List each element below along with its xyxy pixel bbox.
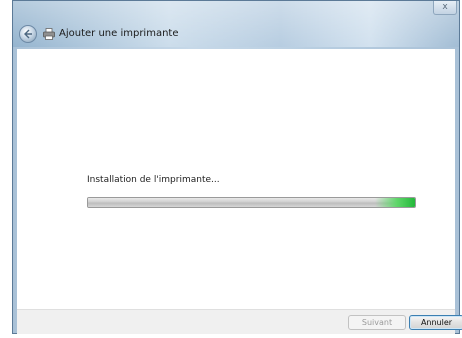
cancel-button[interactable]: Annuler — [409, 315, 462, 330]
install-progress-bar — [87, 197, 416, 208]
add-printer-dialog: Ajouter une imprimante x Installation de… — [12, 0, 462, 334]
dialog-content: Installation de l'imprimante... — [17, 49, 455, 309]
back-arrow-icon — [24, 29, 32, 39]
dialog-title: Ajouter une imprimante — [59, 28, 179, 39]
dialog-footer: Suivant Annuler — [17, 309, 462, 334]
next-button[interactable]: Suivant — [348, 315, 406, 330]
close-icon: x — [442, 2, 448, 12]
screen: Ajouter une imprimante x Installation de… — [0, 0, 462, 338]
close-button[interactable]: x — [433, 1, 457, 15]
back-button[interactable] — [19, 25, 37, 43]
install-status-label: Installation de l'imprimante... — [87, 175, 220, 185]
progress-fill — [88, 198, 415, 207]
printer-icon — [43, 28, 55, 40]
progress-glow — [375, 198, 415, 207]
title-bar: Ajouter une imprimante x — [13, 1, 459, 47]
